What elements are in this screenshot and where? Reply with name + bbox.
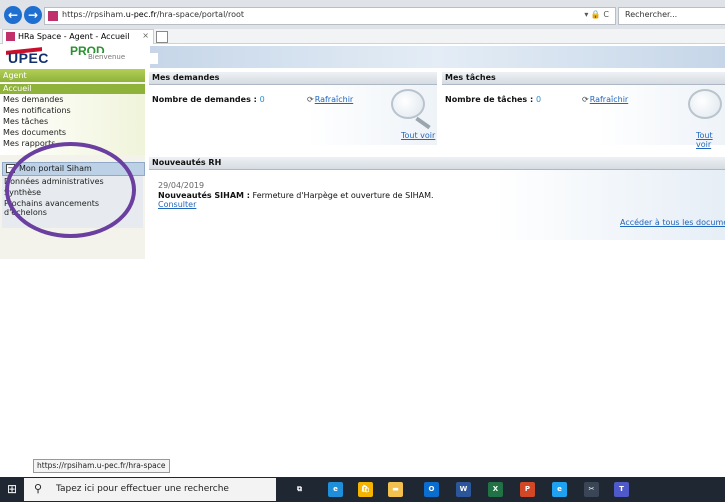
store-icon[interactable]: 🛍 — [358, 482, 373, 497]
tab-favicon-icon — [6, 32, 15, 41]
news-consult-link[interactable]: Consulter — [158, 200, 196, 209]
nouveautes-rh-panel — [149, 170, 725, 240]
taskbar-search-placeholder: Tapez ici pour effectuer une recherche — [56, 484, 229, 494]
demandes-see-all-link[interactable]: Tout voir — [401, 131, 435, 140]
excel-icon[interactable]: X — [488, 482, 503, 497]
outlook-icon[interactable]: O — [424, 482, 439, 497]
welcome-text: Bienvenue — [88, 53, 158, 64]
demandes-count: 0 — [259, 95, 265, 104]
news-date: 29/04/2019 — [158, 181, 205, 190]
mes-taches-panel: Nombre de tâches : 0 ⟳Rafraîchir Tout vo… — [442, 85, 725, 149]
header-banner — [150, 46, 725, 68]
taches-count: 0 — [535, 95, 542, 104]
browser-address-bar: ← → https://rpsiham.u-pec.fr/hra-space/p… — [0, 0, 725, 30]
sidebar-item-mes-taches[interactable]: Mes tâches — [3, 117, 48, 126]
tab-hra-space[interactable]: HRa Space - Agent - Accueil × — [2, 29, 154, 44]
edge-icon[interactable]: e — [328, 482, 343, 497]
file-explorer-icon[interactable]: ▬ — [388, 482, 403, 497]
windows-taskbar: ⊞ ⚲ Tapez ici pour effectuer une recherc… — [0, 477, 725, 502]
taskbar-search-input[interactable]: ⚲ Tapez ici pour effectuer une recherche — [24, 478, 276, 501]
mes-taches-header: Mes tâches — [442, 72, 725, 85]
tab-bar: HRa Space - Agent - Accueil × — [0, 29, 725, 44]
tab-title: HRa Space - Agent - Accueil — [18, 32, 130, 41]
sidebar-item-mes-demandes[interactable]: Mes demandes — [3, 95, 63, 104]
browser-search-placeholder: Rechercher... — [625, 10, 678, 19]
new-tab-button[interactable] — [156, 31, 168, 43]
internet-explorer-icon[interactable]: e — [552, 482, 567, 497]
annotation-circle — [5, 142, 136, 238]
demandes-count-label: Nombre de demandes : 0 — [152, 95, 265, 104]
teams-icon[interactable]: T — [614, 482, 629, 497]
demandes-refresh-link[interactable]: ⟳Rafraîchir — [307, 95, 353, 104]
task-view-icon[interactable]: ⧉ — [292, 482, 307, 497]
snipping-tool-icon[interactable]: ✂ — [584, 482, 599, 497]
close-icon[interactable]: × — [142, 31, 149, 40]
taches-see-all-link[interactable]: Tout voir — [696, 131, 725, 149]
sidebar-header: Agent — [0, 69, 145, 82]
magnifier-handle — [415, 116, 431, 130]
url-text: https://rpsiham.u-pec.fr/hra-space/porta… — [62, 10, 245, 19]
url-input[interactable]: https://rpsiham.u-pec.fr/hra-space/porta… — [44, 7, 616, 25]
search-icon: ⚲ — [34, 482, 43, 495]
site-favicon-icon — [48, 11, 58, 21]
refresh-icon: ⟳ — [582, 95, 589, 104]
browser-search-input[interactable]: Rechercher... — [618, 7, 725, 25]
news-headline: Nouveautés SIHAM : Fermeture d'Harpège e… — [158, 191, 434, 200]
sidebar-item-mes-documents[interactable]: Mes documents — [3, 128, 66, 137]
magnifier-icon — [391, 89, 425, 119]
back-button[interactable]: ← — [4, 6, 22, 24]
checklist-icon — [688, 89, 722, 119]
powerpoint-icon[interactable]: P — [520, 482, 535, 497]
refresh-icon: ⟳ — [307, 95, 314, 104]
forward-button[interactable]: → — [24, 6, 42, 24]
upec-logo: UPEC — [8, 50, 49, 66]
status-url-tooltip: https://rpsiham.u-pec.fr/hra-space — [33, 459, 170, 473]
start-button[interactable]: ⊞ — [0, 477, 24, 502]
nouveautes-rh-header: Nouveautés RH — [149, 157, 725, 170]
sidebar-item-accueil[interactable]: Accueil — [0, 84, 145, 94]
mes-demandes-header: Mes demandes — [149, 72, 437, 85]
app-header: UPEC PROD Bienvenue — [0, 44, 725, 68]
word-icon[interactable]: W — [456, 482, 471, 497]
all-documents-link[interactable]: Accéder à tous les documents — [620, 218, 725, 227]
mes-demandes-panel: Nombre de demandes : 0 ⟳Rafraîchir Tout … — [149, 85, 437, 145]
address-actions-icon[interactable]: ▾ 🔒 C — [584, 10, 609, 19]
taches-count-label: Nombre de tâches : 0 — [445, 95, 542, 104]
sidebar-item-mes-notifications[interactable]: Mes notifications — [3, 106, 71, 115]
taches-refresh-link[interactable]: ⟳Rafraîchir — [582, 95, 628, 104]
